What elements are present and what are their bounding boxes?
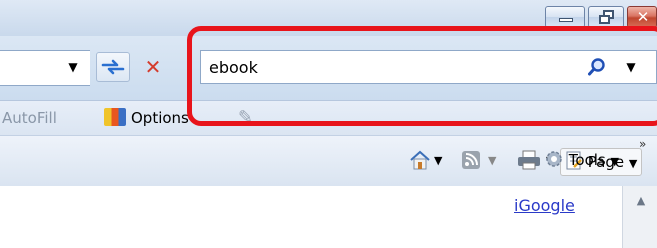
tools-dropdown-icon: ▼ [610, 155, 619, 168]
magnifier-icon[interactable] [587, 57, 607, 77]
pencil-icon[interactable]: ✎ [238, 107, 253, 128]
restore-button[interactable] [588, 6, 624, 28]
vertical-scrollbar[interactable]: ▲ [622, 186, 657, 248]
page-content: iGoogle ▲ [0, 186, 657, 248]
refresh-arrows-icon [101, 59, 125, 75]
address-toolbar: ▼ ✕ ▼ [0, 36, 657, 100]
restore-icon-back [599, 15, 610, 24]
search-provider-dropdown[interactable]: ▼ [623, 55, 639, 79]
minimize-button[interactable] [545, 6, 585, 28]
search-input[interactable] [209, 54, 569, 80]
close-button[interactable]: ✕ [627, 6, 657, 28]
home-icon[interactable] [408, 146, 432, 176]
tools-label: Tools [568, 151, 606, 169]
autofill-button[interactable]: AutoFill [2, 107, 57, 129]
options-icon [104, 108, 126, 126]
gear-icon [546, 151, 562, 167]
feeds-dropdown[interactable]: ▼ [488, 146, 496, 176]
options-button[interactable]: Options [104, 106, 189, 130]
google-toolbar: AutoFill Options ✎ [0, 100, 657, 135]
page-dropdown-icon: ▼ [628, 157, 638, 170]
minimize-icon [559, 18, 573, 22]
print-icon[interactable] [516, 146, 542, 176]
home-dropdown[interactable]: ▼ [434, 146, 442, 176]
chevrons-overflow-button[interactable]: » [639, 137, 646, 151]
scroll-up-arrow-icon[interactable]: ▲ [631, 192, 651, 210]
refresh-button[interactable] [96, 52, 130, 82]
igoogle-link[interactable]: iGoogle [514, 196, 575, 215]
close-icon: ✕ [636, 8, 650, 26]
stop-button[interactable]: ✕ [136, 52, 170, 82]
address-history-dropdown[interactable]: ▼ [64, 54, 82, 80]
search-box: ▼ [200, 50, 657, 84]
options-label: Options [131, 109, 189, 127]
feeds-icon[interactable] [460, 146, 482, 176]
tools-menu-button[interactable]: Tools ▼ [544, 145, 619, 175]
title-bar: ✕ [0, 0, 657, 36]
